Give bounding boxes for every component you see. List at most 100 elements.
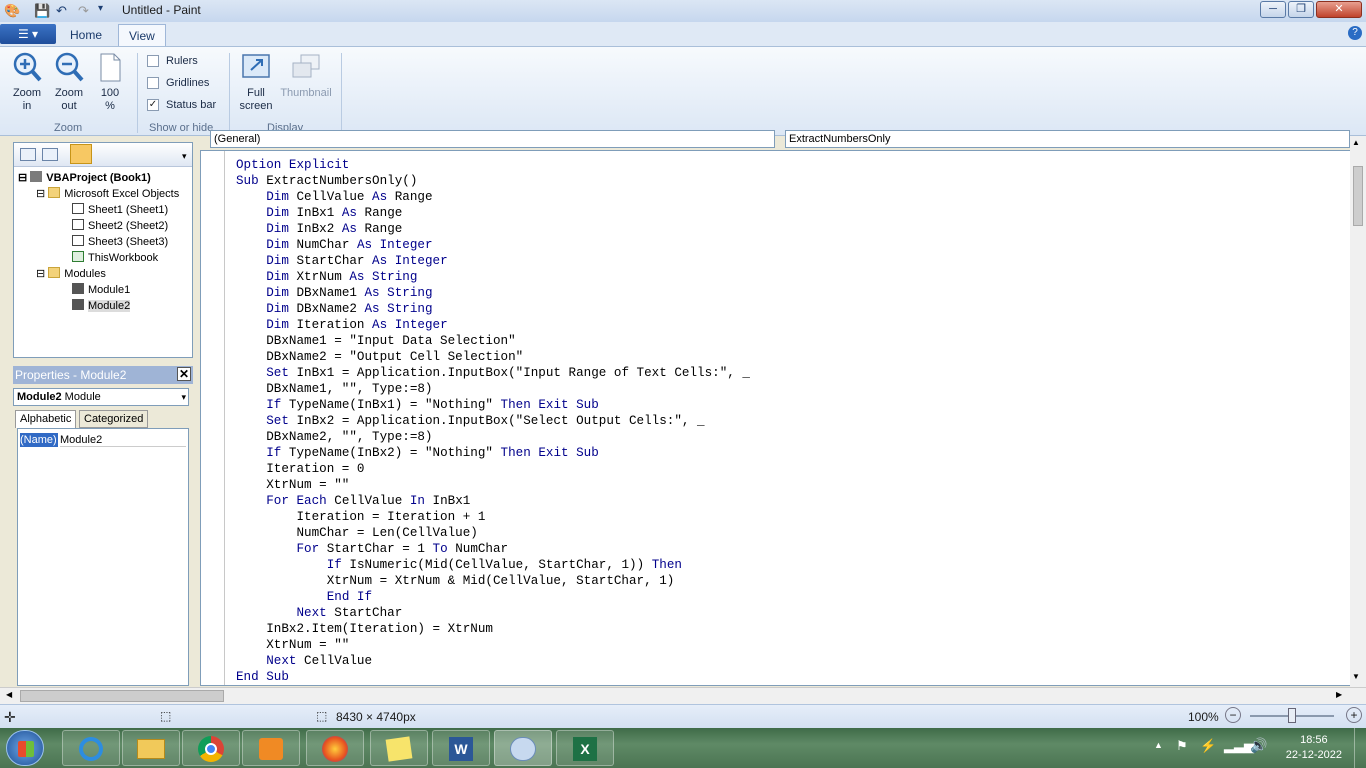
code-line[interactable]: Dim Iteration As Integer: [236, 317, 750, 333]
tab-alphabetic[interactable]: Alphabetic: [15, 410, 77, 428]
code-line[interactable]: XtrNum = XtrNum & Mid(CellValue, StartCh…: [236, 573, 750, 589]
maximize-button[interactable]: ❐: [1288, 1, 1314, 18]
tree-item-module2[interactable]: Module2: [72, 299, 131, 312]
taskbar-media[interactable]: [242, 730, 300, 766]
tree-item-sheet1[interactable]: Sheet1 (Sheet1): [72, 203, 168, 216]
taskbar-chrome[interactable]: [182, 730, 240, 766]
code-editor[interactable]: Option Explicit Sub ExtractNumbersOnly() …: [236, 157, 750, 685]
view-code-icon[interactable]: [20, 148, 36, 161]
tab-categorized[interactable]: Categorized: [79, 410, 149, 428]
code-line[interactable]: If TypeName(InBx1) = "Nothing" Then Exit…: [236, 397, 750, 413]
code-line[interactable]: XtrNum = "": [236, 477, 750, 493]
zoom-in-button[interactable]: Zoom in: [8, 51, 46, 113]
tree-root[interactable]: ⊟ VBAProject (Book1): [18, 171, 151, 184]
zoom-out-button[interactable]: Zoom out: [50, 51, 88, 113]
code-line[interactable]: If IsNumeric(Mid(CellValue, StartChar, 1…: [236, 557, 750, 573]
code-line[interactable]: DBxName2, "", Type:=8): [236, 429, 750, 445]
redo-icon[interactable]: ↷: [78, 3, 89, 19]
code-line[interactable]: Dim InBx1 As Range: [236, 205, 750, 221]
code-line[interactable]: Dim CellValue As Range: [236, 189, 750, 205]
taskbar-notes[interactable]: [370, 730, 428, 766]
property-name-key[interactable]: (Name): [20, 433, 58, 447]
show-hidden-icons[interactable]: ▲: [1154, 740, 1163, 750]
show-desktop-button[interactable]: [1354, 728, 1366, 768]
zoom-100-button[interactable]: 100 %: [92, 51, 128, 113]
tree-item-sheet2[interactable]: Sheet2 (Sheet2): [72, 219, 168, 232]
code-line[interactable]: Dim StartChar As Integer: [236, 253, 750, 269]
save-icon[interactable]: 💾: [34, 3, 50, 19]
paint-app-icon[interactable]: 🎨: [4, 3, 20, 19]
code-line[interactable]: NumChar = Len(CellValue): [236, 525, 750, 541]
app-menu-button[interactable]: ☰ ▾: [0, 24, 56, 44]
taskbar-ie[interactable]: [62, 730, 120, 766]
tab-home[interactable]: Home: [60, 24, 112, 46]
code-line[interactable]: Next CellValue: [236, 653, 750, 669]
vertical-scrollbar[interactable]: ▲ ▼: [1350, 136, 1366, 687]
code-line[interactable]: End If: [236, 589, 750, 605]
code-line[interactable]: Sub ExtractNumbersOnly(): [236, 173, 750, 189]
help-icon[interactable]: ?: [1348, 26, 1362, 40]
rulers-checkbox[interactable]: [147, 55, 159, 67]
zoom-out-small-icon[interactable]: −: [1225, 707, 1241, 723]
tree-folder-modules[interactable]: ⊟ Modules: [36, 267, 106, 280]
scroll-left-icon[interactable]: ◀: [6, 690, 12, 699]
taskbar-word[interactable]: W: [432, 730, 490, 766]
scroll-right-icon[interactable]: ▶: [1336, 690, 1342, 699]
code-line[interactable]: End Sub: [236, 669, 750, 685]
toggle-folders-icon[interactable]: [70, 144, 92, 164]
code-line[interactable]: If TypeName(InBx2) = "Nothing" Then Exit…: [236, 445, 750, 461]
code-line[interactable]: Dim InBx2 As Range: [236, 221, 750, 237]
zoom-in-small-icon[interactable]: +: [1346, 707, 1362, 723]
code-line[interactable]: Iteration = Iteration + 1: [236, 509, 750, 525]
code-line[interactable]: Next StartChar: [236, 605, 750, 621]
code-line[interactable]: For StartChar = 1 To NumChar: [236, 541, 750, 557]
code-line[interactable]: Dim XtrNum As String: [236, 269, 750, 285]
tree-item-module1[interactable]: Module1: [72, 283, 130, 296]
taskbar-firefox[interactable]: [306, 730, 364, 766]
dropdown-arrow-icon[interactable]: ▾: [181, 389, 186, 405]
code-line[interactable]: For Each CellValue In InBx1: [236, 493, 750, 509]
scroll-down-icon[interactable]: ▾: [182, 151, 187, 162]
customize-qat-icon[interactable]: ▾: [98, 3, 103, 14]
code-line[interactable]: XtrNum = "": [236, 637, 750, 653]
start-button[interactable]: [6, 730, 44, 766]
tree-item-workbook[interactable]: ThisWorkbook: [72, 251, 158, 264]
code-line[interactable]: Set InBx1 = Application.InputBox("Input …: [236, 365, 750, 381]
undo-icon[interactable]: ↶: [56, 3, 67, 19]
properties-object-combo[interactable]: Module2 Module ▾: [13, 388, 189, 406]
statusbar-checkbox[interactable]: ✓: [147, 99, 159, 111]
code-line[interactable]: Dim DBxName2 As String: [236, 301, 750, 317]
close-button[interactable]: ✕: [1316, 1, 1362, 18]
taskbar-excel[interactable]: X: [556, 730, 614, 766]
thumbnail-button[interactable]: Thumbnail: [278, 51, 334, 100]
code-line[interactable]: Option Explicit: [236, 157, 750, 173]
taskbar-explorer[interactable]: [122, 730, 180, 766]
code-line[interactable]: DBxName1, "", Type:=8): [236, 381, 750, 397]
scroll-down-icon[interactable]: ▼: [1352, 672, 1360, 681]
tree-item-sheet3[interactable]: Sheet3 (Sheet3): [72, 235, 168, 248]
vertical-scroll-thumb[interactable]: [1353, 166, 1363, 226]
action-center-flag-icon[interactable]: ⚑: [1176, 738, 1188, 754]
code-line[interactable]: DBxName2 = "Output Cell Selection": [236, 349, 750, 365]
tab-view[interactable]: View: [118, 24, 166, 46]
object-combo[interactable]: (General): [210, 130, 775, 148]
power-icon[interactable]: ⚡: [1200, 738, 1216, 754]
minimize-button[interactable]: ─: [1260, 1, 1286, 18]
taskbar-paint[interactable]: [494, 730, 552, 766]
code-line[interactable]: InBx2.Item(Iteration) = XtrNum: [236, 621, 750, 637]
code-line[interactable]: Set InBx2 = Application.InputBox("Select…: [236, 413, 750, 429]
code-line[interactable]: DBxName1 = "Input Data Selection": [236, 333, 750, 349]
procedure-combo[interactable]: ExtractNumbersOnly: [785, 130, 1350, 148]
code-line[interactable]: Dim NumChar As Integer: [236, 237, 750, 253]
tree-folder-objects[interactable]: ⊟ Microsoft Excel Objects: [36, 187, 179, 200]
full-screen-button[interactable]: Full screen: [236, 51, 276, 113]
code-line[interactable]: Iteration = 0: [236, 461, 750, 477]
view-object-icon[interactable]: [42, 148, 58, 161]
zoom-slider-thumb[interactable]: [1288, 708, 1296, 723]
horizontal-scroll-thumb[interactable]: [20, 690, 224, 702]
properties-close-icon[interactable]: ✕: [177, 367, 191, 381]
property-name-value[interactable]: Module2: [60, 433, 186, 447]
gridlines-checkbox[interactable]: [147, 77, 159, 89]
horizontal-scrollbar[interactable]: ◀ ▶: [0, 687, 1366, 704]
volume-icon[interactable]: 🔊: [1250, 737, 1267, 754]
